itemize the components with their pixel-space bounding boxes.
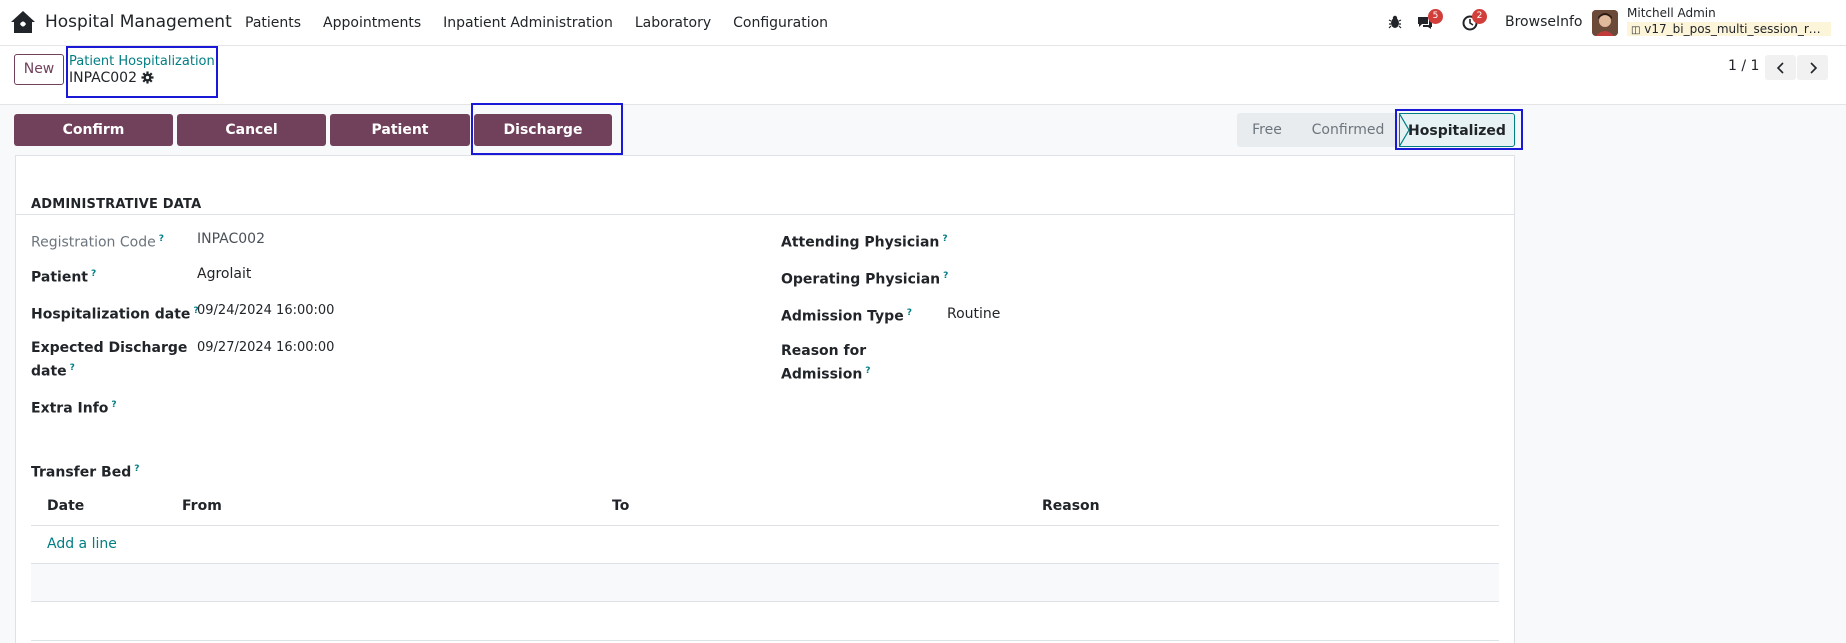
menu-item-laboratory[interactable]: Laboratory bbox=[624, 0, 722, 46]
add-a-line-link[interactable]: Add a line bbox=[47, 536, 117, 552]
menu-item-patients[interactable]: Patients bbox=[234, 0, 312, 46]
expected-discharge-field[interactable]: 09/27/2024 16:00:00 bbox=[197, 340, 334, 355]
registration-code-value: INPAC002 bbox=[197, 231, 265, 247]
top-navbar: Hospital Management Patients Appointment… bbox=[0, 0, 1846, 46]
messages-badge: 5 bbox=[1428, 9, 1443, 24]
avatar[interactable] bbox=[1592, 10, 1618, 36]
database-icon: ◫ bbox=[1631, 25, 1641, 36]
record-name: INPAC002 bbox=[69, 70, 137, 86]
main-menu: Patients Appointments Inpatient Administ… bbox=[234, 0, 839, 46]
database-name: ◫ v17_bi_pos_multi_session_restrict bbox=[1627, 22, 1831, 36]
column-header-reason[interactable]: Reason bbox=[1042, 498, 1100, 514]
cancel-registration-button[interactable]: Cancel Registration bbox=[177, 114, 326, 170]
reason-for-admission-label: Reason for Admission? bbox=[781, 343, 871, 383]
hospitalization-date-label: Hospitalization date? bbox=[31, 306, 199, 323]
discharge-highlight bbox=[471, 103, 623, 155]
reason-for-admission-field[interactable] bbox=[947, 343, 1487, 365]
menu-item-appointments[interactable]: Appointments bbox=[312, 0, 432, 46]
app-title[interactable]: Hospital Management bbox=[45, 12, 232, 32]
company-switcher[interactable]: BrowseInfo bbox=[1505, 14, 1582, 30]
menu-item-inpatient-administration[interactable]: Inpatient Administration bbox=[432, 0, 624, 46]
column-header-from[interactable]: From bbox=[182, 498, 222, 514]
patient-field[interactable]: Agrolait bbox=[197, 266, 251, 282]
gear-icon[interactable] bbox=[141, 71, 154, 84]
pager-next-button[interactable] bbox=[1797, 55, 1828, 80]
activities-button[interactable]: 2 bbox=[1462, 9, 1487, 31]
hospitalized-highlight bbox=[1395, 109, 1523, 150]
home-icon[interactable] bbox=[10, 10, 36, 34]
table-row-divider bbox=[31, 640, 1499, 641]
activities-badge: 2 bbox=[1472, 9, 1487, 24]
table-row bbox=[31, 602, 1499, 640]
hospitalization-date-field[interactable]: 09/24/2024 16:00:00 bbox=[197, 303, 334, 318]
pager-previous-button[interactable] bbox=[1765, 55, 1796, 80]
table-header-divider bbox=[31, 525, 1499, 526]
transfer-bed-label: Transfer Bed? bbox=[31, 464, 140, 481]
admission-type-label: Admission Type? bbox=[781, 308, 912, 325]
admission-type-field[interactable]: Routine bbox=[947, 306, 1000, 322]
database-name-text: v17_bi_pos_multi_session_restrict bbox=[1644, 22, 1831, 36]
extra-info-label: Extra Info? bbox=[31, 400, 117, 417]
stage-free[interactable]: Free bbox=[1237, 113, 1297, 147]
registration-code-label: Registration Code? bbox=[31, 234, 164, 251]
column-header-date[interactable]: Date bbox=[47, 498, 84, 514]
attending-physician-label: Attending Physician? bbox=[781, 234, 948, 251]
pager-value[interactable]: 1 / 1 bbox=[1728, 58, 1759, 74]
operating-physician-label: Operating Physician? bbox=[781, 271, 949, 288]
table-row bbox=[31, 564, 1499, 602]
bug-icon[interactable] bbox=[1388, 15, 1402, 29]
expected-discharge-label: Expected Discharge date? bbox=[31, 340, 188, 380]
column-header-to[interactable]: To bbox=[612, 498, 629, 514]
section-divider bbox=[16, 214, 1514, 215]
attending-physician-field[interactable] bbox=[947, 229, 1487, 251]
patient-admission-button[interactable]: Patient Admission bbox=[330, 114, 470, 170]
extra-info-field[interactable] bbox=[197, 395, 737, 417]
stage-confirmed[interactable]: Confirmed bbox=[1297, 113, 1399, 147]
messages-button[interactable]: 5 bbox=[1416, 9, 1443, 31]
chevron-right-icon bbox=[1809, 61, 1817, 74]
operating-physician-field[interactable] bbox=[947, 266, 1487, 288]
section-title: ADMINISTRATIVE DATA bbox=[31, 197, 202, 212]
confirm-registration-button[interactable]: Confirm Registration bbox=[14, 114, 173, 170]
user-name[interactable]: Mitchell Admin bbox=[1627, 6, 1716, 20]
breadcrumb[interactable]: Patient Hospitalization bbox=[69, 54, 215, 69]
user-avatar-image bbox=[1592, 10, 1618, 36]
menu-item-configuration[interactable]: Configuration bbox=[722, 0, 839, 46]
new-button[interactable]: New bbox=[14, 54, 64, 85]
chevron-left-icon bbox=[1776, 61, 1784, 74]
patient-label: Patient? bbox=[31, 269, 97, 286]
